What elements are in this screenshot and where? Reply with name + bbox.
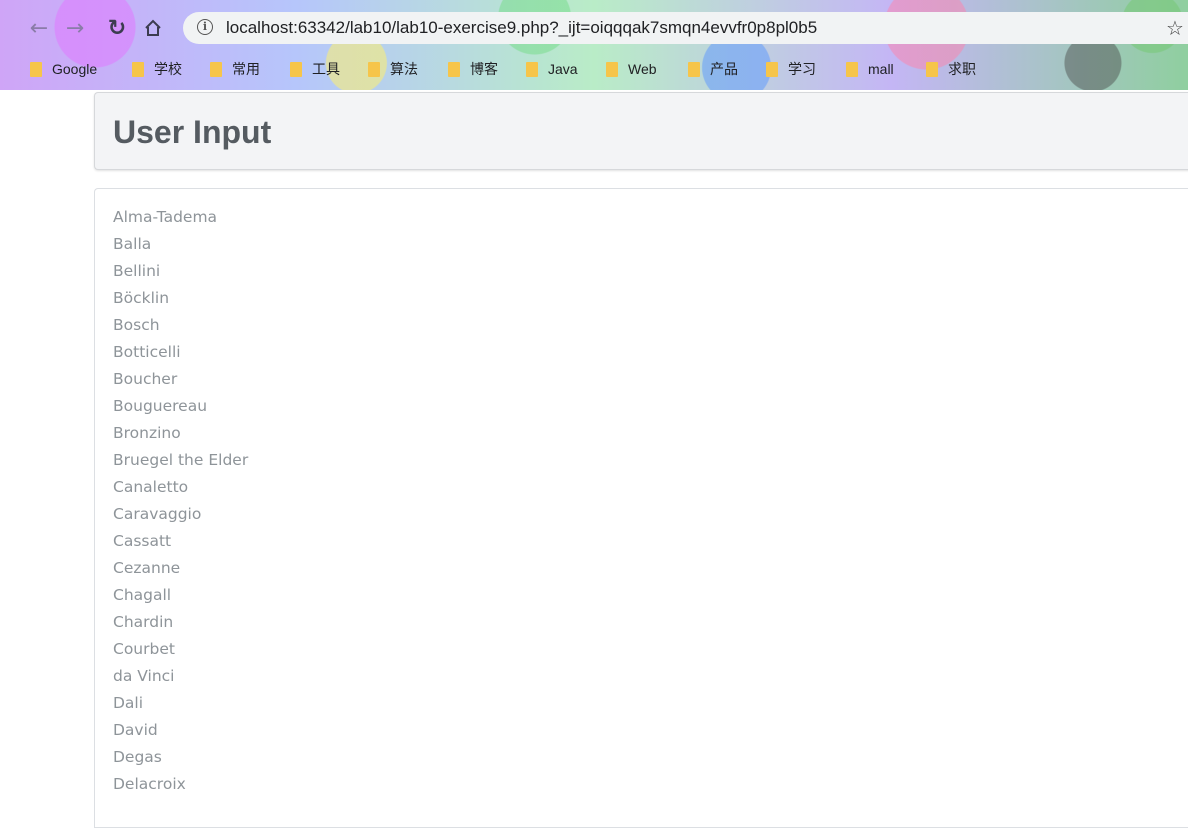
bookmark-products[interactable]: 产品 bbox=[688, 54, 738, 84]
folder-icon bbox=[132, 61, 144, 77]
bookmark-web[interactable]: Web bbox=[606, 54, 657, 84]
list-item: Bronzino bbox=[113, 424, 181, 442]
reload-icon: ↻ bbox=[107, 15, 127, 41]
list-item: Boucher bbox=[113, 370, 178, 388]
list-item: Canaletto bbox=[113, 478, 189, 496]
arrow-right-icon: → bbox=[65, 15, 85, 41]
page-header: User Input bbox=[94, 92, 1188, 170]
page-title: User Input bbox=[113, 114, 272, 150]
folder-icon bbox=[766, 61, 778, 77]
folder-icon bbox=[688, 61, 700, 77]
list-item: Dali bbox=[113, 694, 144, 712]
folder-icon bbox=[210, 61, 222, 77]
navigation-bar: ← → ↻ i localhost:63342/lab10/lab10-exer… bbox=[0, 8, 1188, 48]
browser-chrome: ← → ↻ i localhost:63342/lab10/lab10-exer… bbox=[0, 0, 1188, 90]
bookmarks-bar: Google 学校 常用 工具 算法 博客 Java Web 产品 学习 mal… bbox=[0, 54, 1188, 84]
folder-icon bbox=[30, 61, 42, 77]
list-item: Balla bbox=[113, 235, 152, 253]
bookmark-blog[interactable]: 博客 bbox=[448, 54, 498, 84]
folder-icon bbox=[606, 61, 618, 77]
artist-list: Alma-Tadema Balla Bellini Böcklin Bosch … bbox=[113, 204, 248, 798]
folder-icon bbox=[846, 61, 858, 77]
home-icon bbox=[145, 19, 161, 36]
folder-icon bbox=[926, 61, 938, 77]
info-icon[interactable]: i bbox=[197, 19, 213, 35]
list-item: Bellini bbox=[113, 262, 161, 280]
list-item: Cassatt bbox=[113, 532, 172, 550]
list-item: Caravaggio bbox=[113, 505, 202, 523]
list-item: Bouguereau bbox=[113, 397, 208, 415]
bookmark-mall[interactable]: mall bbox=[846, 54, 894, 84]
folder-icon bbox=[368, 61, 380, 77]
bookmark-tools[interactable]: 工具 bbox=[290, 54, 340, 84]
list-item: da Vinci bbox=[113, 667, 175, 685]
list-item: Bruegel the Elder bbox=[113, 451, 249, 469]
bookmark-java[interactable]: Java bbox=[526, 54, 578, 84]
star-icon[interactable]: ☆ bbox=[1166, 8, 1184, 48]
reload-button[interactable]: ↻ bbox=[102, 8, 132, 48]
list-item: Bosch bbox=[113, 316, 160, 334]
list-item: Cezanne bbox=[113, 559, 181, 577]
list-item: Chardin bbox=[113, 613, 174, 631]
bookmark-school[interactable]: 学校 bbox=[132, 54, 182, 84]
list-item: Courbet bbox=[113, 640, 175, 658]
back-button[interactable]: ← bbox=[24, 8, 54, 48]
bookmark-common[interactable]: 常用 bbox=[210, 54, 260, 84]
forward-button[interactable]: → bbox=[60, 8, 90, 48]
list-item: Böcklin bbox=[113, 289, 170, 307]
list-item: Botticelli bbox=[113, 343, 181, 361]
bookmark-jobs[interactable]: 求职 bbox=[926, 54, 976, 84]
url-text[interactable]: localhost:63342/lab10/lab10-exercise9.ph… bbox=[226, 12, 817, 44]
folder-icon bbox=[290, 61, 302, 77]
arrow-left-icon: ← bbox=[29, 15, 49, 41]
list-item: Degas bbox=[113, 748, 162, 766]
bookmark-algorithms[interactable]: 算法 bbox=[368, 54, 418, 84]
bookmark-study[interactable]: 学习 bbox=[766, 54, 816, 84]
list-item: Chagall bbox=[113, 586, 172, 604]
folder-icon bbox=[526, 61, 538, 77]
address-bar[interactable]: i localhost:63342/lab10/lab10-exercise9.… bbox=[183, 12, 1188, 44]
home-button[interactable] bbox=[138, 8, 168, 48]
list-item: Alma-Tadema bbox=[113, 208, 218, 226]
artist-panel: Alma-Tadema Balla Bellini Böcklin Bosch … bbox=[94, 188, 1188, 828]
list-item: David bbox=[113, 721, 158, 739]
folder-icon bbox=[448, 61, 460, 77]
bookmark-google[interactable]: Google bbox=[30, 54, 97, 84]
